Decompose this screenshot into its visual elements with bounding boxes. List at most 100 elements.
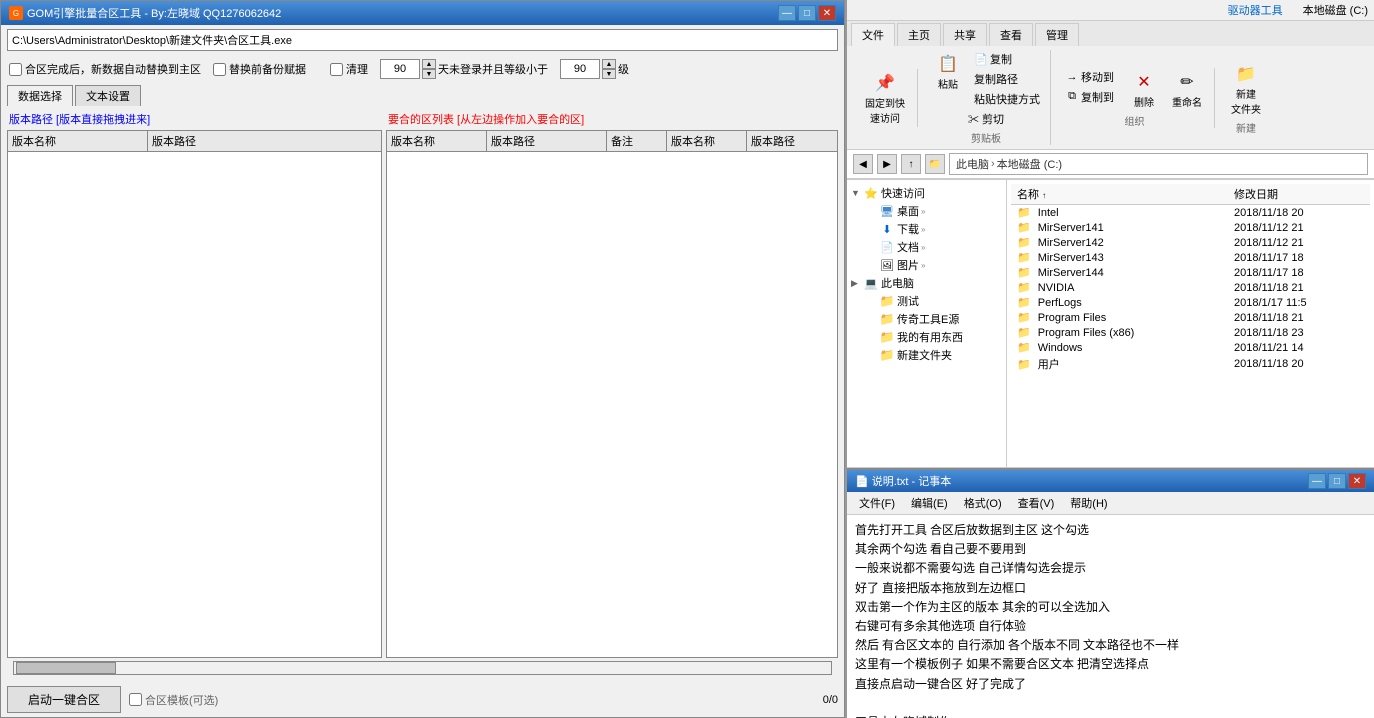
paste-shortcut-button[interactable]: 粘贴快捷方式	[970, 90, 1044, 108]
up-button[interactable]: ↑	[901, 154, 921, 174]
ribbon-tab-file[interactable]: 文件	[851, 23, 895, 46]
notepad-line: 首先打开工具 合区后放数据到主区 这个勾选	[855, 521, 1366, 540]
table-row[interactable]: 📁 Program Files 2018/11/18 21	[1011, 310, 1370, 325]
days-spinner[interactable]	[380, 59, 420, 79]
table-row[interactable]: 📁 MirServer143 2018/11/17 18	[1011, 250, 1370, 265]
clean-option[interactable]: 清理	[330, 61, 368, 77]
tree-item-quick-access[interactable]: ▼ ⭐ 快速访问	[847, 184, 1006, 202]
tree-item-legend-tools[interactable]: 📁 传奇工具E源	[847, 310, 1006, 328]
tree-label-my-stuff: 我的有用东西	[897, 329, 963, 345]
minimize-button[interactable]: —	[778, 5, 796, 21]
scroll-thumb[interactable]	[16, 662, 116, 674]
notepad-minimize[interactable]: —	[1308, 473, 1326, 489]
merge-table-head: 版本名称 版本路径 备注 版本名称 版本路径	[387, 131, 837, 152]
cut-button[interactable]: ✂ 剪切	[964, 110, 1008, 128]
level-spin-up[interactable]: ▲	[602, 59, 616, 69]
notepad-line: 这里有一个模板例子 如果不需要合区文本 把清空选择点	[855, 655, 1366, 674]
template-option[interactable]: 合区模板(可选)	[129, 692, 218, 708]
merge-list-section: 要合的区列表 [从左边操作加入要合的区] 版本名称 版本路径 备注 版本名称 版…	[386, 110, 838, 658]
pin-icon: 📌	[873, 71, 897, 95]
auto-replace-checkbox[interactable]	[9, 63, 22, 76]
version-list-table[interactable]: 版本名称 版本路径	[7, 130, 382, 658]
rename-button[interactable]: ✏ 重命名	[1166, 68, 1208, 111]
level-spinner[interactable]	[560, 59, 600, 79]
delete-button[interactable]: ✕ 删除	[1124, 68, 1164, 111]
tree-label-documents: 文档	[897, 239, 919, 255]
forward-button[interactable]: ▶	[877, 154, 897, 174]
table-row[interactable]: 📁 Windows 2018/11/21 14	[1011, 340, 1370, 355]
tree-item-test[interactable]: 📁 测试	[847, 292, 1006, 310]
tree-item-documents[interactable]: 📄 文档 »	[847, 238, 1006, 256]
col-version-name: 版本名称	[8, 131, 148, 151]
table-row[interactable]: 📁 PerfLogs 2018/1/17 11:5	[1011, 295, 1370, 310]
tree-item-new-folder[interactable]: 📁 新建文件夹	[847, 346, 1006, 364]
tree-item-desktop[interactable]: 🖥 桌面 »	[847, 202, 1006, 220]
copy-path-label: 复制路径	[974, 71, 1018, 87]
copy-path-button[interactable]: 复制路径	[970, 70, 1044, 88]
pin-button[interactable]: 📌 固定到快速访问	[859, 69, 911, 127]
start-merge-button[interactable]: 启动一键合区	[7, 686, 121, 713]
clean-label: 清理	[346, 61, 368, 77]
files-pane[interactable]: 名称 ↑ 修改日期 📁 Intel 2018/11/18 20 📁 MirSer…	[1007, 180, 1374, 467]
tree-item-pictures[interactable]: 🖼 图片 »	[847, 256, 1006, 274]
ribbon-tab-home[interactable]: 主页	[897, 23, 941, 46]
paste-button[interactable]: 📋 粘贴	[928, 50, 968, 108]
template-checkbox[interactable]	[129, 693, 142, 706]
table-row[interactable]: 📁 MirServer141 2018/11/12 21	[1011, 220, 1370, 235]
notepad-content[interactable]: 首先打开工具 合区后放数据到主区 这个勾选其余两个勾选 看自己要不要用到一般来说…	[847, 515, 1374, 718]
copy-button[interactable]: 📄 复制	[970, 50, 1044, 68]
col-date-header[interactable]: 修改日期	[1228, 184, 1370, 205]
table-row[interactable]: 📁 Intel 2018/11/18 20	[1011, 205, 1370, 221]
tab-text-settings[interactable]: 文本设置	[75, 85, 141, 106]
menu-file[interactable]: 文件(F)	[851, 493, 903, 513]
exe-path-input[interactable]	[7, 29, 838, 51]
new-folder-button[interactable]: 📁 新建文件夹	[1225, 60, 1267, 118]
horizontal-scrollbar[interactable]	[13, 661, 832, 675]
tree-pane[interactable]: ▼ ⭐ 快速访问 🖥 桌面 » ⬇ 下载 » 📄 文档 »	[847, 180, 1007, 467]
table-row[interactable]: 📁 MirServer142 2018/11/12 21	[1011, 235, 1370, 250]
back-button[interactable]: ◀	[853, 154, 873, 174]
ribbon-tab-view[interactable]: 查看	[989, 23, 1033, 46]
table-row[interactable]: 📁 NVIDIA 2018/11/18 21	[1011, 280, 1370, 295]
address-path-display[interactable]: 此电脑 › 本地磁盘 (C:)	[949, 153, 1368, 175]
level-spin-down[interactable]: ▼	[602, 69, 616, 79]
clean-checkbox[interactable]	[330, 63, 343, 76]
tree-item-this-pc[interactable]: ▶ 💻 此电脑	[847, 274, 1006, 292]
file-name: Program Files	[1038, 312, 1106, 324]
table-row[interactable]: 📁 MirServer144 2018/11/17 18	[1011, 265, 1370, 280]
ribbon-tab-manage[interactable]: 管理	[1035, 23, 1079, 46]
tree-item-downloads[interactable]: ⬇ 下载 »	[847, 220, 1006, 238]
table-row[interactable]: 📁 Program Files (x86) 2018/11/18 23	[1011, 325, 1370, 340]
file-name: PerfLogs	[1038, 297, 1082, 309]
menu-edit[interactable]: 编辑(E)	[903, 493, 956, 513]
menu-format[interactable]: 格式(O)	[956, 493, 1010, 513]
file-date-cell: 2018/11/12 21	[1228, 220, 1370, 235]
tab-data-select[interactable]: 数据选择	[7, 85, 73, 106]
copy-to-label: 复制到	[1081, 89, 1114, 105]
copy-to-button[interactable]: ⧉ 复制到	[1061, 88, 1118, 106]
desktop-arrow: »	[921, 207, 925, 216]
table-row[interactable]: 📁 用户 2018/11/18 20	[1011, 355, 1370, 373]
backup-option[interactable]: 替换前备份赋据	[213, 61, 306, 77]
folder-icon: 📁	[1017, 297, 1031, 309]
close-button[interactable]: ✕	[818, 5, 836, 21]
explorer-panel: 驱动器工具 本地磁盘 (C:) 文件 主页 共享 查看 管理 📌 固定到快速访问	[845, 0, 1374, 718]
backup-checkbox[interactable]	[213, 63, 226, 76]
maximize-button[interactable]: □	[798, 5, 816, 21]
version-list-body[interactable]	[8, 152, 381, 656]
days-spin-down[interactable]: ▼	[422, 69, 436, 79]
breadcrumb-pc: 此电脑	[956, 156, 989, 172]
ribbon-tab-share[interactable]: 共享	[943, 23, 987, 46]
notepad-close[interactable]: ✕	[1348, 473, 1366, 489]
file-date-cell: 2018/11/17 18	[1228, 250, 1370, 265]
days-spin-up[interactable]: ▲	[422, 59, 436, 69]
notepad-maximize[interactable]: □	[1328, 473, 1346, 489]
col-name-header[interactable]: 名称 ↑	[1011, 184, 1228, 205]
auto-replace-option[interactable]: 合区完成后，新数据自动替换到主区	[9, 61, 201, 77]
tree-item-my-stuff[interactable]: 📁 我的有用东西	[847, 328, 1006, 346]
merge-list-body[interactable]	[387, 152, 837, 656]
menu-view[interactable]: 查看(V)	[1010, 493, 1063, 513]
menu-help[interactable]: 帮助(H)	[1062, 493, 1115, 513]
move-to-button[interactable]: → 移动到	[1061, 68, 1118, 86]
merge-list-table[interactable]: 版本名称 版本路径 备注 版本名称 版本路径	[386, 130, 838, 658]
